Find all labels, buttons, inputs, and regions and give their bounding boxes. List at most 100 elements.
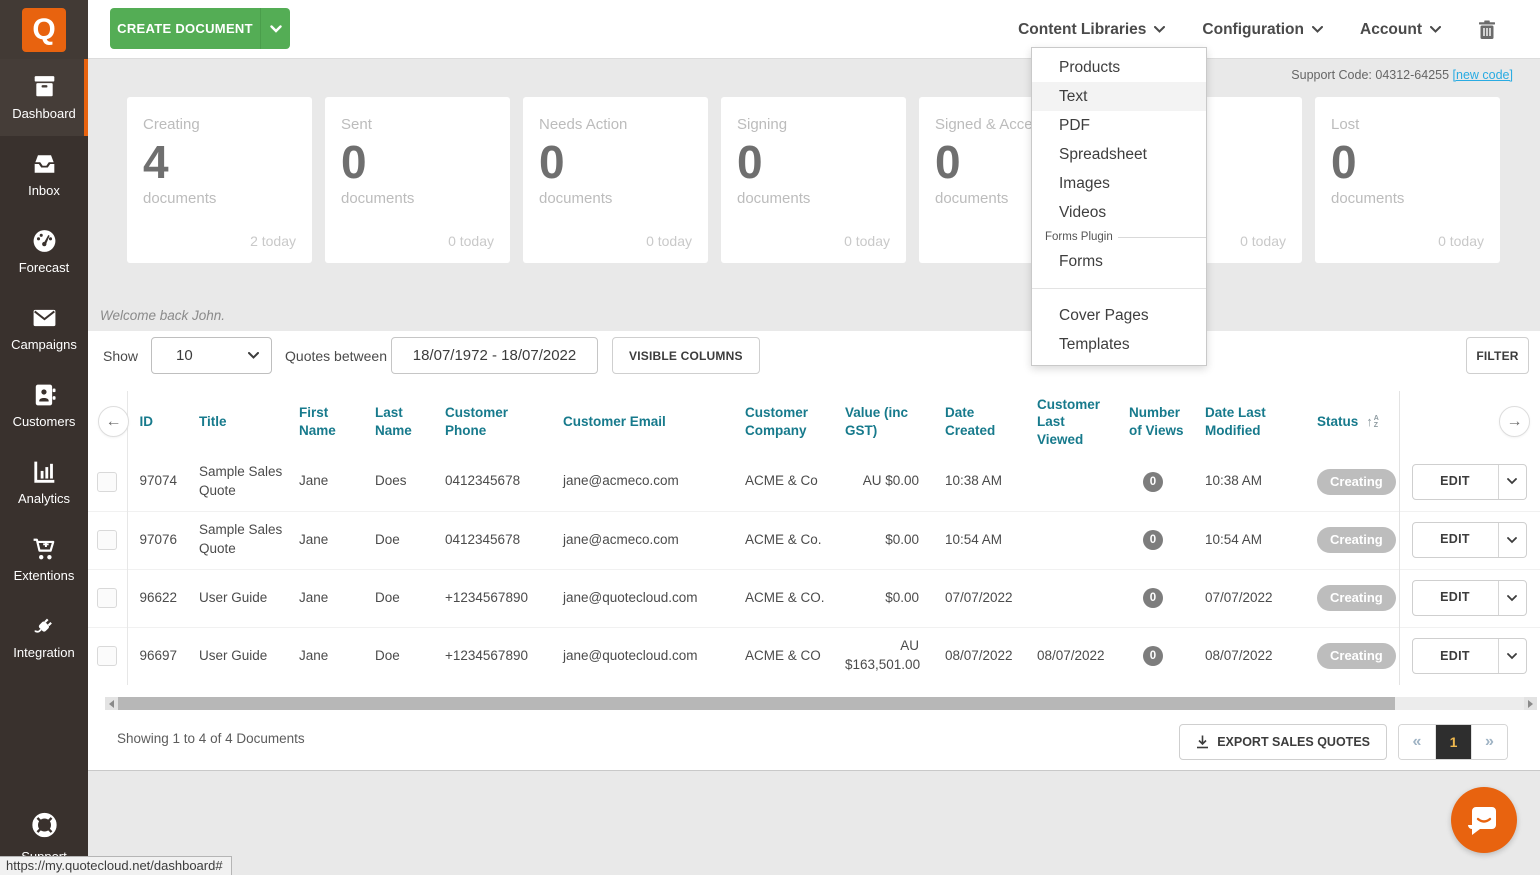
cell-email: jane@acmeco.com [551,510,733,569]
edit-button[interactable]: EDIT [1411,463,1527,500]
stat-card-lost[interactable]: Lost 0 documents 0 today [1315,97,1500,263]
row-checkbox[interactable] [97,530,118,550]
menu-item-images[interactable]: Images [1032,169,1206,198]
stat-card-needs-action[interactable]: Needs Action 0 documents 0 today [523,97,708,263]
scroll-right-button[interactable]: → [1499,406,1530,437]
menu-item-templates[interactable]: Templates [1032,330,1206,359]
stat-card-creating[interactable]: Creating 4 documents 2 today [127,97,312,263]
cell-first-name: Jane [287,568,363,627]
stat-card-signing[interactable]: Signing 0 documents 0 today [721,97,906,263]
chat-widget-button[interactable] [1451,787,1517,853]
col-header-customer-company[interactable]: Customer Company [733,391,833,453]
filter-button[interactable]: FILTER [1466,337,1529,374]
row-checkbox[interactable] [97,646,118,667]
sidebar-item-extentions[interactable]: Extentions [0,521,88,598]
row-checkbox[interactable] [97,588,118,608]
table-row[interactable]: 97076 Sample Sales Quote Jane Doe 041234… [88,510,1540,569]
row-checkbox[interactable] [97,471,118,492]
table-row[interactable]: 96697 User Guide Jane Doe +1234567890 ja… [88,626,1540,685]
col-header-customer-email[interactable]: Customer Email [551,391,733,453]
edit-button[interactable]: EDIT [1411,522,1527,558]
stat-card-sent[interactable]: Sent 0 documents 0 today [325,97,510,263]
sort-az-icon[interactable]: ↑ A Z [1366,414,1379,431]
nav-account[interactable]: Account [1360,21,1441,39]
sidebar-item-customers[interactable]: Customers [0,367,88,444]
visible-columns-button[interactable]: VISIBLE COLUMNS [612,337,760,374]
chevron-down-icon[interactable] [1497,464,1526,499]
edit-button[interactable]: EDIT [1411,638,1527,675]
edit-button[interactable]: EDIT [1411,580,1527,616]
edit-button-label: EDIT [1440,648,1470,663]
col-header-title[interactable]: Title [187,391,287,453]
documents-table: ← → ID Title First Name Last Name Custom… [88,391,1540,685]
download-icon [1197,735,1209,749]
cell-company: ACME & CO. [733,568,833,627]
trash-button[interactable] [1478,20,1496,40]
quotecloud-logo-icon: Q [22,7,66,52]
col-header-last-name[interactable]: Last Name [363,391,433,453]
sidebar-item-label: Extentions [13,567,75,583]
pagination-current-page[interactable]: 1 [1435,725,1471,759]
cart-plus-icon [31,537,58,561]
menu-item-videos[interactable]: Videos [1032,198,1206,227]
chevron-down-icon[interactable] [1497,581,1526,615]
scroll-left-button[interactable]: ← [98,406,129,437]
chat-bubble-icon [1468,807,1496,835]
col-header-date-created[interactable]: Date Created [933,391,1025,453]
card-label: Signing [737,116,788,133]
col-header-first-name[interactable]: First Name [287,391,363,453]
col-header-value[interactable]: Value (inc GST) [833,391,933,453]
export-sales-quotes-button[interactable]: EXPORT SALES QUOTES [1179,724,1387,760]
chevron-down-icon[interactable] [1497,639,1526,674]
col-header-date-last-modified[interactable]: Date Last Modified [1193,391,1305,453]
menu-item-forms[interactable]: Forms [1032,247,1206,276]
menu-item-products[interactable]: Products [1032,53,1206,82]
card-sub: documents [143,189,217,207]
col-header-status[interactable]: Status ↑ A Z [1305,391,1399,453]
chevron-down-icon[interactable] [260,8,290,49]
horizontal-scrollbar[interactable] [105,697,1537,710]
nav-configuration[interactable]: Configuration [1202,21,1323,39]
create-document-button[interactable]: CREATE DOCUMENT [110,8,290,49]
views-badge: 0 [1143,471,1163,492]
sidebar-item-dashboard[interactable]: Dashboard [0,59,88,136]
cell-date-modified: 07/07/2022 [1193,568,1305,627]
cell-last-viewed [1025,510,1117,569]
export-label: EXPORT SALES QUOTES [1217,735,1370,749]
scrollbar-left-arrow[interactable] [105,697,118,710]
menu-item-spreadsheet[interactable]: Spreadsheet [1032,140,1206,169]
col-header-id[interactable]: ID [127,391,187,453]
col-header-number-of-views[interactable]: Number of Views [1117,391,1193,453]
app-logo[interactable]: Q [0,0,88,59]
sidebar: Q Dashboard Inbox Forecast Campaigns Cus… [0,0,88,875]
sidebar-item-analytics[interactable]: Analytics [0,444,88,521]
sidebar-item-campaigns[interactable]: Campaigns [0,290,88,367]
sidebar-item-forecast[interactable]: Forecast [0,213,88,290]
new-code-link[interactable]: [new code] [1453,68,1513,82]
page-size-select[interactable]: 10 [151,337,273,374]
chevron-down-icon[interactable] [1497,523,1526,557]
table-row[interactable]: 96622 User Guide Jane Doe +1234567890 ja… [88,568,1540,627]
cell-title: Sample Sales Quote [187,510,287,569]
scrollbar-right-arrow[interactable] [1524,697,1537,710]
nav-content-libraries[interactable]: Content Libraries [1018,21,1166,39]
pagination-next-button[interactable]: » [1471,725,1507,759]
date-range-input[interactable] [391,337,598,374]
menu-item-pdf[interactable]: PDF [1032,111,1206,140]
pagination: « 1 » [1398,724,1508,760]
cell-last-name: Doe [363,626,433,685]
col-header-customer-last-viewed[interactable]: Customer Last Viewed [1025,391,1117,453]
scrollbar-thumb[interactable] [118,697,1395,710]
sidebar-item-integration[interactable]: Integration [0,598,88,675]
cell-date-created: 10:38 AM [945,473,1003,489]
col-header-customer-phone[interactable]: Customer Phone [433,391,551,453]
table-row[interactable]: 97074 Sample Sales Quote Jane Does 04123… [88,453,1540,511]
pagination-prev-button[interactable]: « [1399,725,1435,759]
card-count: 0 [341,136,367,188]
support-code: Support Code: 04312-64255 [new code] [1291,68,1513,82]
menu-item-cover-pages[interactable]: Cover Pages [1032,301,1206,330]
sidebar-item-inbox[interactable]: Inbox [0,136,88,213]
stat-cards: Creating 4 documents 2 today Sent 0 docu… [127,97,1500,263]
cell-date-modified: 10:38 AM [1205,473,1263,489]
menu-item-text[interactable]: Text [1032,82,1206,111]
